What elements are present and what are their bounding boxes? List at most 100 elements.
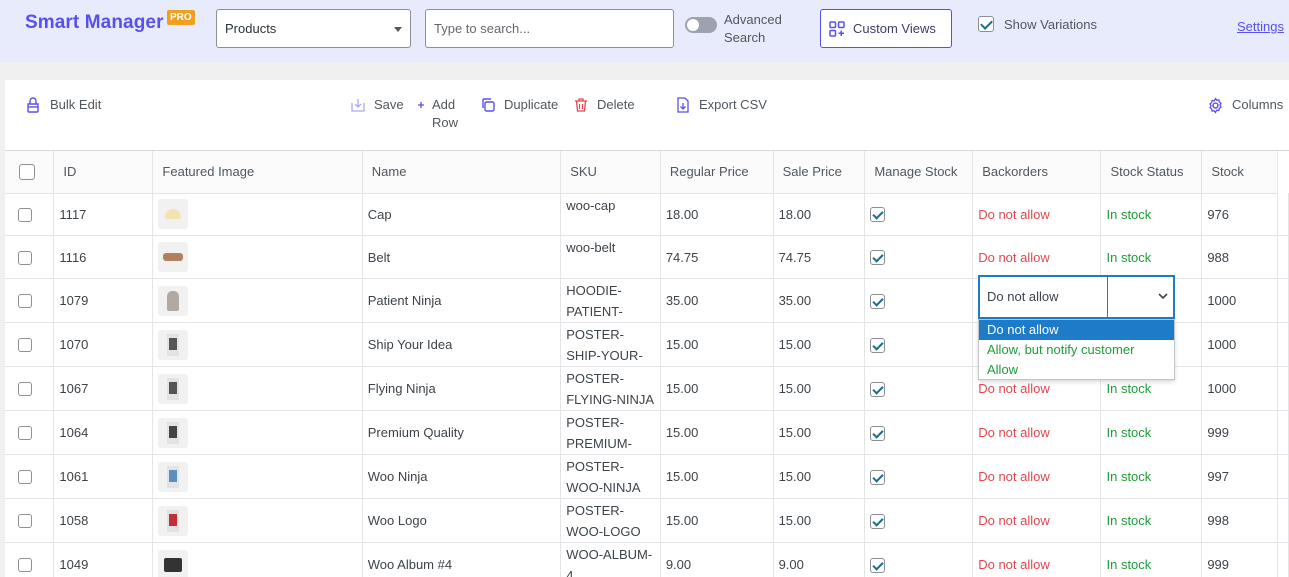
row-checkbox[interactable]	[18, 382, 32, 397]
table-row[interactable]: 1058 Woo Logo POSTER-WOO-LOGO 15.00 15.00 Do …	[5, 498, 1289, 544]
cell-backorders[interactable]: Do not allow	[972, 193, 1102, 237]
cell-stock-status[interactable]: In stock	[1100, 498, 1203, 544]
cell-name[interactable]: Woo Album #4	[362, 542, 562, 577]
cell-manage-stock[interactable]	[864, 498, 974, 544]
cell-name[interactable]: Patient Ninja	[362, 278, 562, 324]
manage-stock-checkbox[interactable]	[870, 469, 886, 485]
cell-stock-status[interactable]: In stock	[1100, 193, 1203, 237]
row-checkbox[interactable]	[18, 558, 32, 573]
cell-id[interactable]: 1049	[53, 542, 154, 577]
cell-sale-price[interactable]: 15.00	[773, 454, 866, 500]
cell-regular-price[interactable]: 18.00	[660, 193, 774, 237]
cell-featured-image[interactable]	[152, 193, 363, 237]
table-row[interactable]: 1117 Cap woo-cap 18.00 18.00 Do not allow In s…	[5, 193, 1289, 237]
cell-sku[interactable]: POSTER-WOO-LOGO	[560, 498, 661, 544]
column-header[interactable]: Featured Image	[152, 151, 363, 194]
cell-id[interactable]: 1079	[53, 278, 154, 324]
column-header[interactable]: Regular Price	[660, 151, 774, 194]
cell-stock[interactable]: 1000	[1201, 322, 1278, 368]
cell-manage-stock[interactable]	[864, 542, 974, 577]
advanced-search-toggle[interactable]	[685, 17, 717, 33]
cell-id[interactable]: 1116	[53, 235, 154, 280]
cell-sale-price[interactable]: 15.00	[773, 498, 866, 544]
cell-featured-image[interactable]	[152, 498, 363, 544]
column-header[interactable]: Manage Stock	[864, 151, 974, 194]
cell-regular-price[interactable]: 15.00	[660, 454, 774, 500]
manage-stock-checkbox[interactable]	[870, 425, 886, 441]
manage-stock-checkbox[interactable]	[870, 250, 886, 266]
cell-sale-price[interactable]: 15.00	[773, 322, 866, 368]
cell-sku[interactable]: WOO-ALBUM-4	[560, 542, 661, 577]
row-checkbox[interactable]	[18, 250, 32, 265]
cell-featured-image[interactable]	[152, 454, 363, 500]
backorders-editor[interactable]: Do not allow	[978, 275, 1175, 319]
dropdown-option[interactable]: Allow, but notify customer	[979, 340, 1174, 360]
cell-stock[interactable]: 998	[1201, 498, 1278, 544]
cell-sku[interactable]: POSTER-FLYING-NINJA	[560, 366, 661, 412]
cell-stock[interactable]: 999	[1201, 410, 1278, 456]
cell-regular-price[interactable]: 74.75	[660, 235, 774, 280]
cell-backorders[interactable]: Do not allow	[972, 542, 1102, 577]
row-checkbox[interactable]	[18, 514, 32, 529]
cell-backorders[interactable]: Do not allow	[972, 498, 1102, 544]
cell-sku[interactable]: HOODIE-PATIENT-	[560, 278, 661, 324]
cell-name[interactable]: Flying Ninja	[362, 366, 562, 412]
cell-name[interactable]: Woo Logo	[362, 498, 562, 544]
row-checkbox[interactable]	[18, 294, 32, 309]
select-all-checkbox[interactable]	[19, 164, 35, 181]
column-header[interactable]: ID	[53, 151, 154, 194]
table-row[interactable]: 1049 Woo Album #4 WOO-ALBUM-4 9.00 9.00 Do no…	[5, 542, 1289, 577]
cell-sku[interactable]: POSTER-SHIP-YOUR-IDEA	[560, 322, 661, 368]
cell-regular-price[interactable]: 15.00	[660, 498, 774, 544]
cell-stock-status[interactable]: In stock	[1100, 235, 1203, 280]
cell-id[interactable]: 1058	[53, 498, 154, 544]
cell-manage-stock[interactable]	[864, 278, 974, 324]
cell-stock[interactable]: 988	[1201, 235, 1278, 280]
cell-id[interactable]: 1067	[53, 366, 154, 412]
manage-stock-checkbox[interactable]	[870, 207, 886, 223]
column-header[interactable]: Name	[362, 151, 562, 194]
cell-id[interactable]: 1117	[53, 193, 154, 237]
manage-stock-checkbox[interactable]	[870, 381, 886, 397]
cell-stock-status[interactable]: In stock	[1100, 410, 1203, 456]
cell-backorders[interactable]: Do not allow	[972, 410, 1102, 456]
show-variations-checkbox[interactable]	[978, 15, 994, 32]
dropdown-option[interactable]: Do not allow	[979, 320, 1174, 340]
cell-manage-stock[interactable]	[864, 366, 974, 412]
cell-stock[interactable]: 976	[1201, 193, 1278, 237]
table-row[interactable]: 1061 Woo Ninja POSTER-WOO-NINJA 15.00 15.00 D…	[5, 454, 1289, 500]
column-header[interactable]: SKU	[560, 151, 661, 194]
cell-manage-stock[interactable]	[864, 322, 974, 368]
cell-stock[interactable]: 1000	[1201, 278, 1278, 324]
cell-regular-price[interactable]: 35.00	[660, 278, 774, 324]
row-checkbox[interactable]	[18, 208, 32, 223]
cell-featured-image[interactable]	[152, 235, 363, 280]
cell-manage-stock[interactable]	[864, 410, 974, 456]
cell-featured-image[interactable]	[152, 542, 363, 577]
cell-id[interactable]: 1064	[53, 410, 154, 456]
cell-name[interactable]: Woo Ninja	[362, 454, 562, 500]
cell-sku[interactable]: POSTER-WOO-NINJA	[560, 454, 661, 500]
cell-stock[interactable]: 1000	[1201, 366, 1278, 412]
cell-sale-price[interactable]: 74.75	[773, 235, 866, 280]
cell-manage-stock[interactable]	[864, 454, 974, 500]
cell-name[interactable]: Premium Quality	[362, 410, 562, 456]
dropdown-option[interactable]: Allow	[979, 360, 1174, 380]
cell-regular-price[interactable]: 9.00	[660, 542, 774, 577]
cell-id[interactable]: 1070	[53, 322, 154, 368]
row-checkbox[interactable]	[18, 426, 32, 441]
table-row[interactable]: 1116 Belt woo-belt 74.75 74.75 Do not allow In…	[5, 235, 1289, 280]
row-checkbox[interactable]	[18, 338, 32, 353]
cell-regular-price[interactable]: 15.00	[660, 366, 774, 412]
cell-stock-status[interactable]: In stock	[1100, 542, 1203, 577]
dashboard-select[interactable]: Products	[216, 9, 411, 48]
manage-stock-checkbox[interactable]	[870, 293, 886, 309]
cell-sku[interactable]: woo-belt	[560, 235, 661, 280]
cell-sale-price[interactable]: 9.00	[773, 542, 866, 577]
show-variations[interactable]: Show Variations	[978, 15, 1097, 32]
cell-featured-image[interactable]	[152, 278, 363, 324]
chevron-down-icon[interactable]	[1157, 290, 1169, 302]
cell-name[interactable]: Belt	[362, 235, 562, 280]
cell-sku[interactable]: woo-cap	[560, 193, 661, 237]
cell-featured-image[interactable]	[152, 410, 363, 456]
